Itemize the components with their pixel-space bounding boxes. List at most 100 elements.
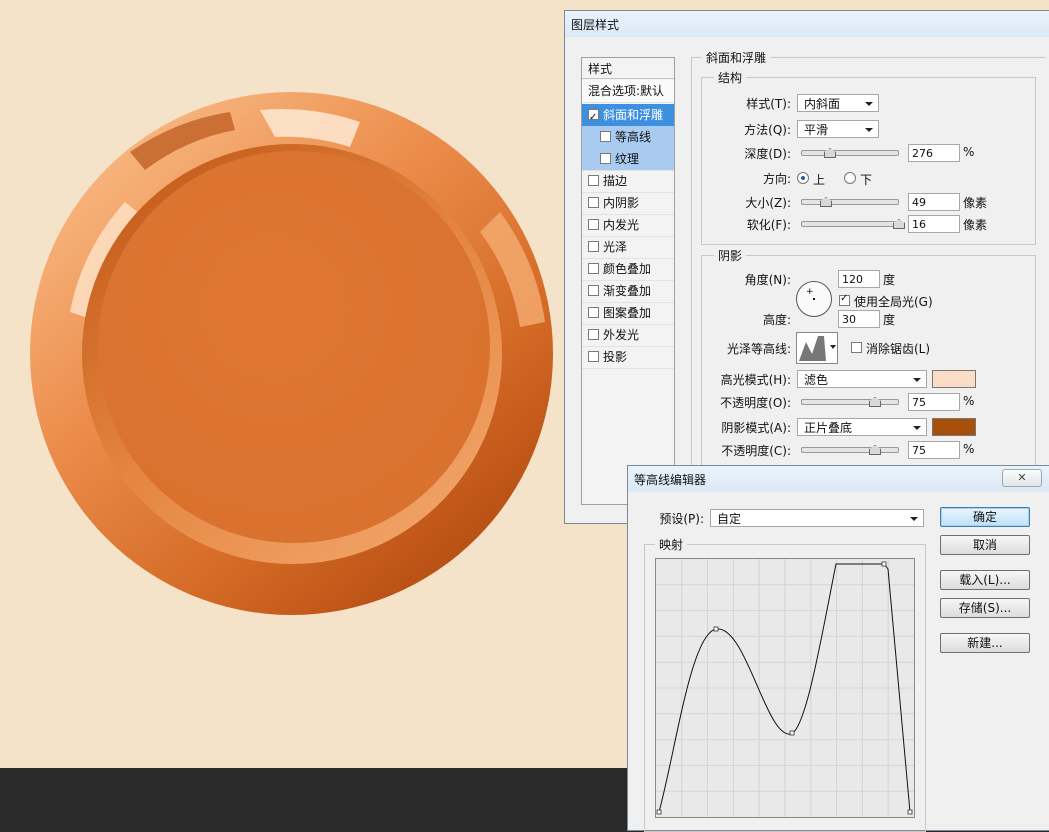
structure-legend: 结构 <box>714 69 747 86</box>
direction-up-radio[interactable] <box>797 172 809 184</box>
stroke-checkbox[interactable] <box>588 175 599 186</box>
technique-label: 方法(Q): <box>744 123 791 137</box>
highlight-opacity-unit: % <box>963 394 975 408</box>
antialias-label[interactable]: 消除锯齿(L) <box>866 340 930 357</box>
layer-style-dialog: 图层样式 样式 混合选项:默认 斜面和浮雕 等高线 纹理 描边 内阴影 内发光 … <box>564 10 1049 524</box>
altitude-label: 高度: <box>762 313 791 327</box>
style-color-overlay[interactable]: 颜色叠加 <box>582 258 674 281</box>
layer-style-titlebar[interactable]: 图层样式 <box>565 11 1049 37</box>
drop-shadow-checkbox[interactable] <box>588 351 599 362</box>
depth-input[interactable]: 276 <box>908 144 960 162</box>
highlight-opacity-slider[interactable] <box>801 399 899 405</box>
inner-shadow-checkbox[interactable] <box>588 197 599 208</box>
chevron-down-icon <box>865 128 873 132</box>
contour-graph[interactable] <box>655 558 915 818</box>
style-inner-shadow[interactable]: 内阴影 <box>582 192 674 215</box>
size-slider[interactable] <box>801 199 899 205</box>
soften-unit: 像素 <box>963 218 988 232</box>
save-button[interactable]: 存储(S)... <box>940 598 1030 618</box>
direction-up-label[interactable]: 上 <box>813 171 825 188</box>
bevel-checkbox[interactable] <box>588 107 599 129</box>
shadow-mode-label: 阴影模式(A): <box>721 421 791 435</box>
contour-checkbox[interactable] <box>600 131 611 142</box>
preset-label: 预设(P): <box>659 512 704 526</box>
shadow-opacity-slider[interactable] <box>801 447 899 453</box>
contour-editor-dialog: 等高线编辑器 ✕ 预设(P): 自定 映射 确定 取消 载入(L)... 存储(… <box>627 465 1049 832</box>
preset-select[interactable]: 自定 <box>710 509 924 527</box>
direction-down-label[interactable]: 下 <box>860 171 872 188</box>
style-stroke[interactable]: 描边 <box>582 170 674 193</box>
mapping-legend: 映射 <box>655 536 688 553</box>
outer-glow-checkbox[interactable] <box>588 329 599 340</box>
load-button[interactable]: 载入(L)... <box>940 570 1030 590</box>
pattern-overlay-checkbox[interactable] <box>588 307 599 318</box>
blend-options-item[interactable]: 混合选项:默认 <box>582 80 674 103</box>
direction-label: 方向: <box>762 172 791 186</box>
style-pattern-overlay[interactable]: 图案叠加 <box>582 302 674 325</box>
ok-button[interactable]: 确定 <box>940 507 1030 527</box>
style-bevel-emboss[interactable]: 斜面和浮雕 <box>582 104 674 129</box>
satin-checkbox[interactable] <box>588 241 599 252</box>
size-label: 大小(Z): <box>745 196 791 210</box>
style-contour[interactable]: 等高线 <box>582 126 674 149</box>
shadow-opacity-label: 不透明度(C): <box>721 444 791 458</box>
depth-unit: % <box>963 145 975 159</box>
highlight-mode-label: 高光模式(H): <box>720 373 791 387</box>
gradient-overlay-checkbox[interactable] <box>588 285 599 296</box>
depth-label: 深度(D): <box>744 147 791 161</box>
chevron-down-icon <box>865 102 873 106</box>
contour-editor-titlebar[interactable]: 等高线编辑器 ✕ <box>628 466 1049 492</box>
inner-glow-checkbox[interactable] <box>588 219 599 230</box>
direction-down-radio[interactable] <box>844 172 856 184</box>
new-button[interactable]: 新建... <box>940 633 1030 653</box>
chevron-down-icon <box>830 345 836 349</box>
layer-style-title: 图层样式 <box>571 18 620 32</box>
highlight-mode-select[interactable]: 滤色 <box>797 370 927 388</box>
orange-button-orb <box>30 92 553 615</box>
style-gradient-overlay[interactable]: 渐变叠加 <box>582 280 674 303</box>
angle-crosshair-icon: + <box>806 287 814 297</box>
cancel-button[interactable]: 取消 <box>940 535 1030 555</box>
antialias-checkbox[interactable] <box>851 342 862 353</box>
highlight-opacity-input[interactable]: 75 <box>908 393 960 411</box>
angle-input[interactable]: 120 <box>838 270 880 288</box>
close-icon[interactable]: ✕ <box>1002 469 1042 487</box>
style-label: 样式(T): <box>746 97 791 111</box>
style-select[interactable]: 内斜面 <box>797 94 879 112</box>
global-light-checkbox[interactable] <box>839 293 850 306</box>
chevron-down-icon <box>913 378 921 382</box>
altitude-unit: 度 <box>883 313 896 327</box>
angle-dial[interactable]: + <box>796 281 832 317</box>
style-outer-glow[interactable]: 外发光 <box>582 324 674 347</box>
styles-header[interactable]: 样式 <box>582 58 674 79</box>
styles-list: 样式 混合选项:默认 斜面和浮雕 等高线 纹理 描边 内阴影 内发光 光泽 颜色… <box>581 57 675 505</box>
gloss-contour-label: 光泽等高线: <box>726 342 791 356</box>
shadow-mode-select[interactable]: 正片叠底 <box>797 418 927 436</box>
soften-slider[interactable] <box>801 221 899 227</box>
technique-select[interactable]: 平滑 <box>797 120 879 138</box>
bevel-emboss-legend: 斜面和浮雕 <box>702 49 771 66</box>
size-input[interactable]: 49 <box>908 193 960 211</box>
global-light-label[interactable]: 使用全局光(G) <box>854 293 933 310</box>
style-drop-shadow[interactable]: 投影 <box>582 346 674 369</box>
highlight-color-swatch[interactable] <box>932 370 976 388</box>
soften-input[interactable]: 16 <box>908 215 960 233</box>
chevron-down-icon <box>913 426 921 430</box>
angle-label: 角度(N): <box>744 273 791 287</box>
style-texture[interactable]: 纹理 <box>582 148 674 171</box>
contour-thumbnail-icon <box>799 336 826 361</box>
color-overlay-checkbox[interactable] <box>588 263 599 274</box>
style-inner-glow[interactable]: 内发光 <box>582 214 674 237</box>
size-unit: 像素 <box>963 196 988 210</box>
style-satin[interactable]: 光泽 <box>582 236 674 259</box>
shadow-color-swatch[interactable] <box>932 418 976 436</box>
highlight-opacity-label: 不透明度(O): <box>720 396 791 410</box>
gloss-contour-picker[interactable] <box>796 332 838 364</box>
contour-curve-svg <box>656 559 914 817</box>
depth-slider[interactable] <box>801 150 899 156</box>
soften-label: 软化(F): <box>746 218 791 232</box>
shadow-opacity-input[interactable]: 75 <box>908 441 960 459</box>
altitude-input[interactable]: 30 <box>838 310 880 328</box>
shadow-opacity-unit: % <box>963 442 975 456</box>
texture-checkbox[interactable] <box>600 153 611 164</box>
